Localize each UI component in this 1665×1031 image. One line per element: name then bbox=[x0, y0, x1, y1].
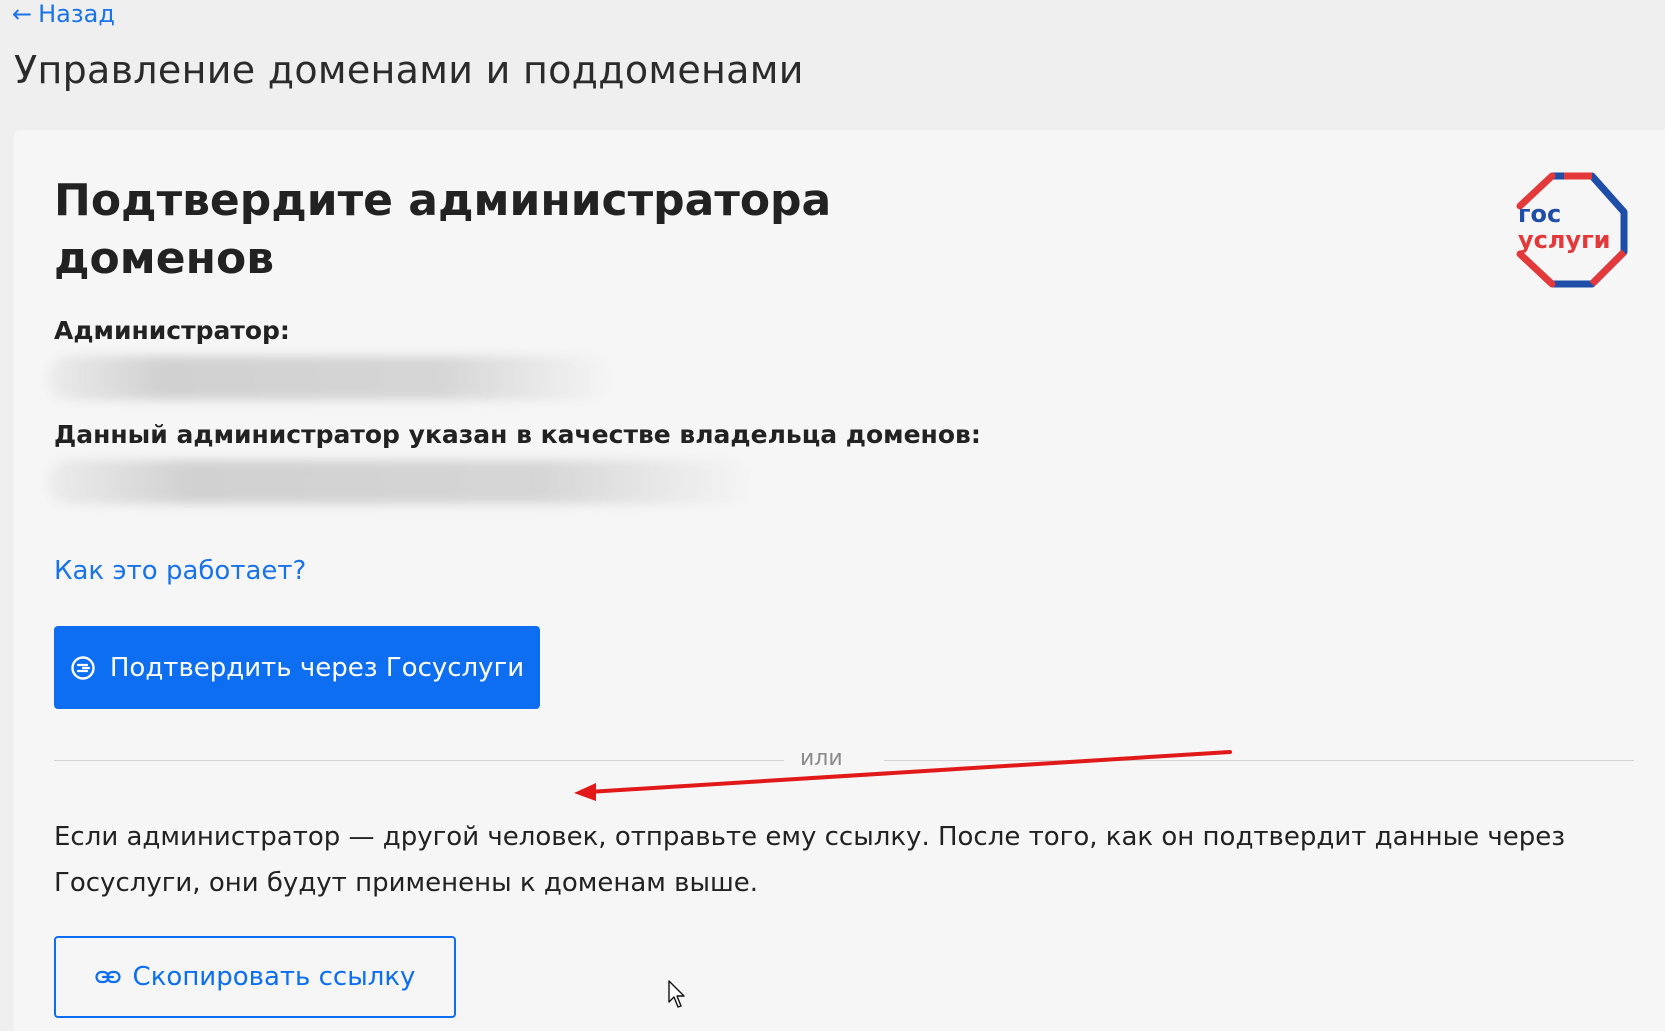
copy-button-label: Скопировать ссылку bbox=[132, 962, 416, 992]
back-link[interactable]: ← Назад bbox=[12, 0, 115, 28]
page-title: Управление доменами и поддоменами bbox=[14, 48, 804, 92]
mouse-cursor-icon bbox=[668, 980, 685, 1008]
owner-label: Данный администратор указан в качестве в… bbox=[54, 420, 981, 449]
logo-text-bottom: услуги bbox=[1518, 226, 1610, 254]
gosuslugi-logo: гос услуги bbox=[1516, 172, 1628, 288]
confirm-gosuslugi-button[interactable]: Подтвердить через Госуслуги bbox=[54, 626, 540, 709]
arrow-left-icon: ← bbox=[12, 0, 33, 28]
admin-name-redacted bbox=[48, 356, 608, 400]
admin-label: Администратор: bbox=[54, 316, 290, 345]
gosuslugi-login-icon bbox=[70, 655, 96, 681]
confirm-button-label: Подтвердить через Госуслуги bbox=[109, 652, 525, 683]
share-link-info: Если администратор — другой человек, отп… bbox=[54, 822, 1566, 898]
annotation-arrow bbox=[574, 750, 1232, 801]
link-icon bbox=[94, 962, 121, 992]
domains-redacted bbox=[48, 460, 748, 504]
copy-link-button[interactable]: Скопировать ссылку bbox=[54, 936, 456, 1018]
card-heading: Подтвердите администратора доменов bbox=[54, 175, 832, 284]
logo-text-top: гос bbox=[1518, 200, 1561, 228]
how-it-works-link[interactable]: Как это работает? bbox=[54, 556, 306, 586]
confirm-admin-card: Подтвердите администратора доменов гос у… bbox=[14, 130, 1665, 1031]
back-link-label: Назад bbox=[38, 0, 115, 28]
